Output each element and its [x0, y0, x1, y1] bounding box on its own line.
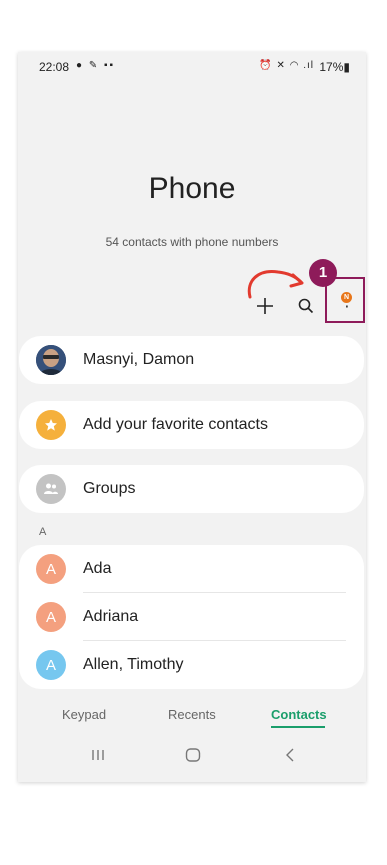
system-navigation-bar — [18, 744, 366, 770]
tab-contacts[interactable]: Contacts — [271, 707, 327, 722]
avatar-initial: A — [45, 560, 56, 578]
groups-label: Groups — [83, 480, 136, 497]
contacts-count: 54 contacts with phone numbers — [105, 235, 279, 249]
search-icon — [298, 298, 314, 314]
favorites-card[interactable]: Add your favorite contacts — [19, 401, 364, 449]
contact-name: Ada — [83, 560, 112, 577]
status-system-icons: ⏰ ✕ ◠ .ıl — [259, 60, 314, 71]
page-title: Phone — [148, 172, 236, 205]
star-icon — [36, 410, 66, 440]
profile-name: Masnyi, Damon — [83, 351, 195, 368]
contacts-list: A Ada A Adriana A Allen, Timothy — [19, 545, 364, 689]
active-tab-indicator — [271, 726, 325, 728]
groups-card[interactable]: Groups — [19, 465, 364, 513]
recent-apps-button[interactable] — [86, 744, 110, 766]
contact-name: Adriana — [83, 608, 139, 625]
search-button[interactable] — [295, 294, 317, 318]
home-icon — [185, 748, 201, 762]
tab-recents[interactable]: Recents — [168, 707, 216, 722]
bottom-tabs: Keypad Recents Contacts — [18, 707, 366, 731]
back-icon — [286, 748, 294, 762]
status-notification-icons: ● ✎ ▪▪ — [76, 60, 116, 71]
notification-badge: N — [341, 292, 352, 303]
avatar: A — [36, 602, 66, 632]
contact-name: Allen, Timothy — [83, 656, 184, 673]
home-button[interactable] — [181, 744, 205, 766]
phone-screen: 22:08 ● ✎ ▪▪ ⏰ ✕ ◠ .ıl 17%▮ Phone 54 con… — [18, 52, 366, 782]
list-item[interactable]: A Allen, Timothy — [19, 641, 364, 689]
section-index-letter: A — [39, 526, 47, 538]
battery-indicator: 17%▮ — [319, 60, 350, 74]
recent-apps-icon — [92, 750, 104, 760]
avatar: A — [36, 554, 66, 584]
profile-card[interactable]: Masnyi, Damon — [19, 336, 364, 384]
status-bar: 22:08 ● ✎ ▪▪ ⏰ ✕ ◠ .ıl 17%▮ — [18, 52, 366, 80]
avatar-initial: A — [45, 608, 56, 626]
favorites-label: Add your favorite contacts — [83, 416, 268, 433]
back-button[interactable] — [278, 744, 302, 766]
list-item[interactable]: A Adriana — [19, 593, 364, 641]
add-contact-button[interactable] — [253, 294, 277, 318]
plus-icon — [257, 298, 273, 314]
avatar-initial: A — [45, 656, 56, 674]
people-icon — [36, 474, 66, 504]
avatar — [36, 345, 66, 375]
avatar: A — [36, 650, 66, 680]
more-options-button[interactable]: ⋮ N — [325, 277, 365, 323]
tab-keypad[interactable]: Keypad — [62, 707, 106, 722]
status-time: 22:08 — [39, 60, 70, 74]
list-item[interactable]: A Ada — [19, 545, 364, 593]
